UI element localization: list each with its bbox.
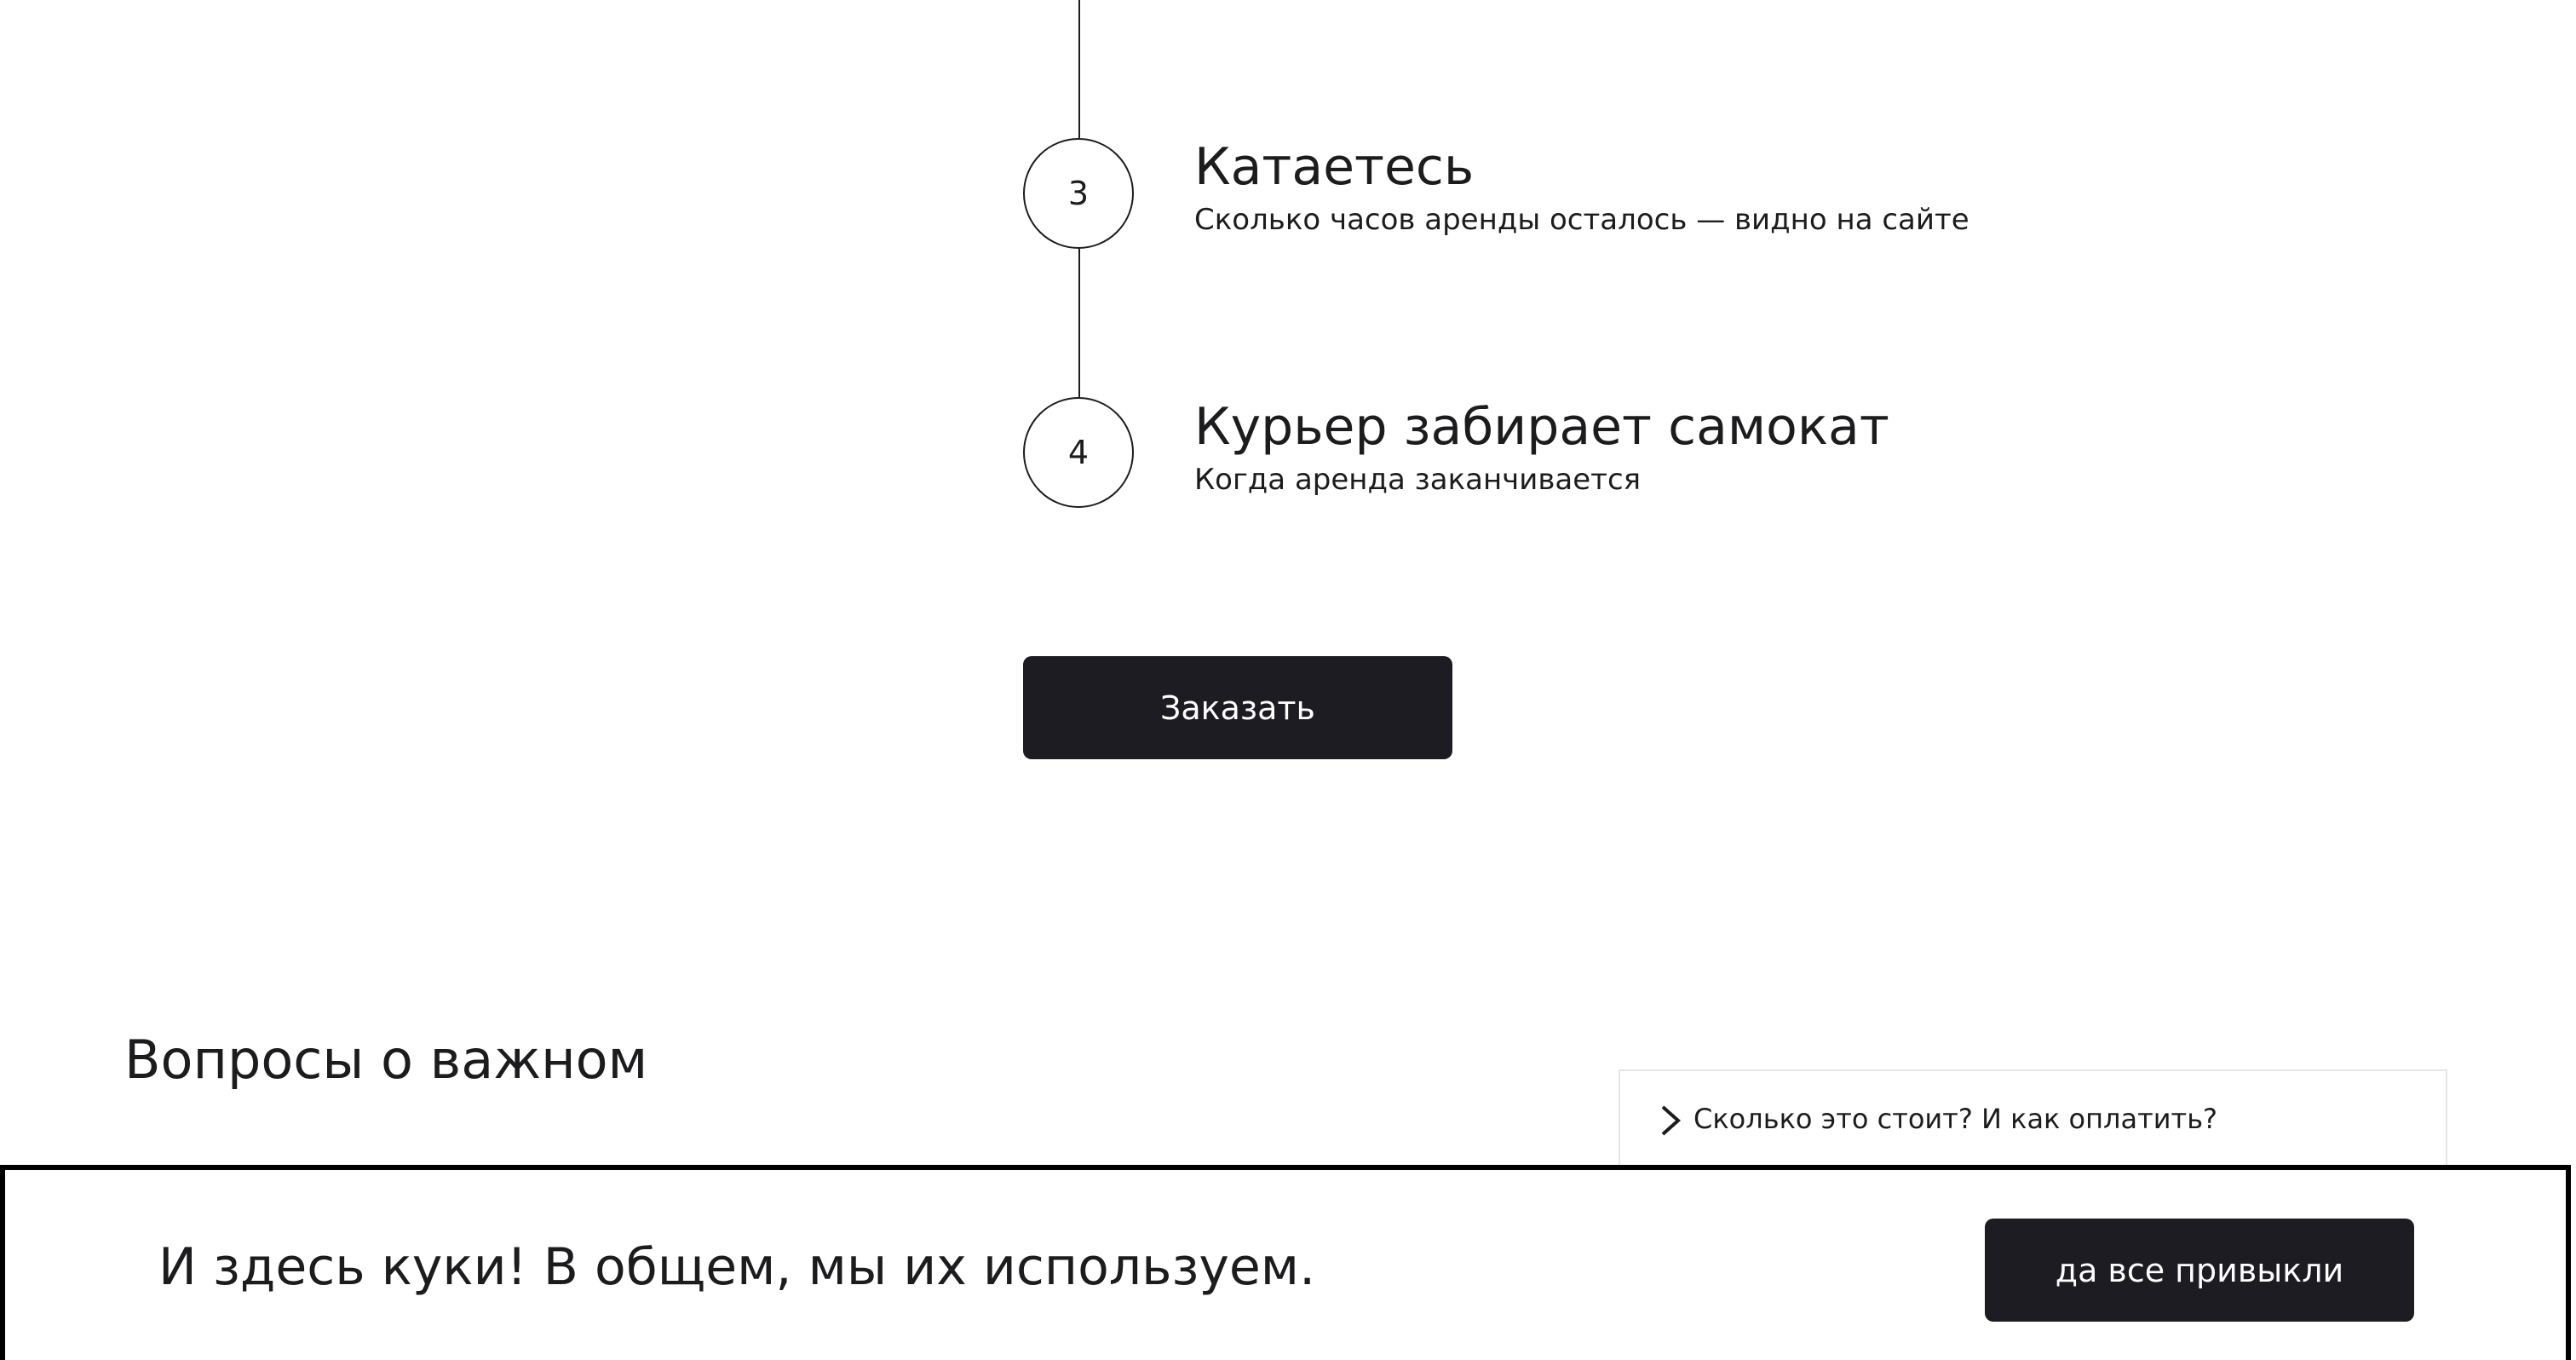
faq-title: Вопросы о важном (124, 1029, 648, 1091)
timeline-line (1078, 0, 1080, 138)
step-title: Катаетесь (1194, 137, 1475, 197)
cookie-message: И здесь куки! В общем, мы их используем. (158, 1237, 1316, 1297)
chevron-right-icon (1661, 1105, 1682, 1136)
step-description: Когда аренда заканчивается (1194, 463, 1642, 497)
step-title: Курьер забирает самокат (1194, 397, 1889, 457)
timeline-line (1078, 249, 1080, 397)
order-button[interactable]: Заказать (1023, 656, 1452, 759)
step-number-circle: 3 (1023, 138, 1134, 249)
cookie-accept-button[interactable]: да все привыкли (1985, 1219, 2414, 1322)
faq-question: Сколько это стоит? И как оплатить? (1693, 1103, 2218, 1135)
step-number-circle: 4 (1023, 397, 1134, 508)
step-description: Сколько часов аренды осталось — видно на… (1194, 203, 1969, 237)
page: 3 Катаетесь Сколько часов аренды осталос… (0, 0, 2576, 1360)
cookie-banner: И здесь куки! В общем, мы их используем.… (0, 1165, 2571, 1360)
